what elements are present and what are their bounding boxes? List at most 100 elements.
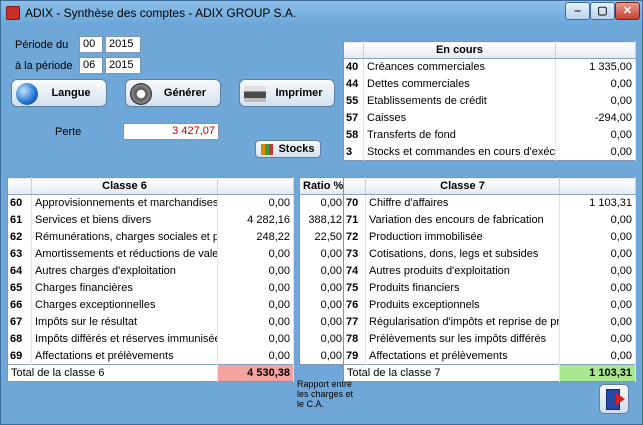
ratio-note: Rapport entre les charges et le C.A.	[297, 379, 354, 409]
ratio-row[interactable]: 0,00	[299, 347, 346, 365]
en-cours-row[interactable]: 58 Transferts de fond 0,00	[343, 126, 636, 144]
classe7-row[interactable]: 74 Autres produits d'exploitation 0,00	[343, 262, 636, 280]
period-to-month-input[interactable]: 06	[79, 57, 103, 74]
period-to-year-input[interactable]: 2015	[105, 57, 141, 74]
ratio-row[interactable]: 0,00	[299, 245, 346, 263]
period-from-label: Période du	[15, 39, 69, 51]
classe7-row[interactable]: 71 Variation des encours de fabrication 0,…	[343, 211, 636, 229]
generer-button[interactable]: Générer	[125, 79, 221, 107]
period-from-month-input[interactable]: 00	[79, 36, 103, 53]
account-value: 0,00	[559, 279, 636, 297]
classe6-row[interactable]: 64 Autres charges d'exploitation 0,00	[7, 262, 294, 280]
classe6-header: Classe 6	[31, 177, 218, 195]
account-code: 73	[343, 245, 366, 263]
classe7-total-value: 1 103,31	[559, 364, 636, 382]
account-label: Stocks et commandes en cours d'exécut	[363, 143, 556, 161]
en-cours-row[interactable]: 44 Dettes commerciales 0,00	[343, 75, 636, 93]
ratio-value: 0,00	[299, 347, 346, 365]
classe6-row[interactable]: 63 Amortissements et réductions de valeur…	[7, 245, 294, 263]
classe7-total-row[interactable]: Total de la classe 71 103,31	[343, 364, 636, 382]
classe7-row[interactable]: 78 Prélèvements sur les impôts différés 0,…	[343, 330, 636, 348]
account-label: Prélèvements sur les impôts différés	[365, 330, 560, 348]
globe-icon	[16, 83, 38, 105]
classe7-row[interactable]: 73 Cotisations, dons, legs et subsides 0,0…	[343, 245, 636, 263]
account-code: 78	[343, 330, 366, 348]
ratio-row[interactable]: 0,00	[299, 262, 346, 280]
ratio-value: 0,00	[299, 194, 346, 212]
en-cours-row[interactable]: 3 Stocks et commandes en cours d'exécut 0,…	[343, 143, 636, 161]
en-cours-row[interactable]: 40 Créances commerciales 1 335,00	[343, 58, 636, 76]
classe7-row[interactable]: 77 Régularisation d'impôts et reprise de …	[343, 313, 636, 331]
account-label: Production immobilisée	[365, 228, 560, 246]
ratio-row[interactable]: 22,50	[299, 228, 346, 246]
account-label: Autres produits d'exploitation	[365, 262, 560, 280]
account-value: 0,00	[217, 262, 294, 280]
account-label: Impôts sur le résultat	[31, 313, 218, 331]
classe6-total-row[interactable]: Total de la classe 64 530,38	[7, 364, 294, 382]
account-label: Approvisionnements et marchandises	[31, 194, 218, 212]
account-code: 75	[343, 279, 366, 297]
period-from-year-input[interactable]: 2015	[105, 36, 141, 53]
title-bar[interactable]: ADIX - Synthèse des comptes - ADIX GROUP…	[1, 1, 642, 25]
account-label: Créances commerciales	[363, 58, 556, 76]
ratio-value: 388,12	[299, 211, 346, 229]
account-label: Affectations et prélèvements	[31, 347, 218, 365]
ratio-row[interactable]: 388,12	[299, 211, 346, 229]
account-value: 0,00	[555, 75, 636, 93]
ratio-row[interactable]: 0,00	[299, 313, 346, 331]
classe7-row[interactable]: 72 Production immobilisée 0,00	[343, 228, 636, 246]
account-value: 0,00	[217, 347, 294, 365]
account-code: 57	[343, 109, 364, 127]
account-value: 248,22	[217, 228, 294, 246]
ratio-value: 0,00	[299, 262, 346, 280]
classe6-row[interactable]: 69 Affectations et prélèvements 0,00	[7, 347, 294, 365]
en-cours-row[interactable]: 55 Etablissements de crédit 0,00	[343, 92, 636, 110]
classe6-row[interactable]: 68 Impôts différés et réserves immunisées…	[7, 330, 294, 348]
account-label: Produits exceptionnels	[365, 296, 560, 314]
classe6-row[interactable]: 66 Charges exceptionnelles 0,00	[7, 296, 294, 314]
ratio-value: 0,00	[299, 245, 346, 263]
classe6-row[interactable]: 60 Approvisionnements et marchandises 0,00	[7, 194, 294, 212]
account-code: 44	[343, 75, 364, 93]
account-code: 62	[7, 228, 32, 246]
langue-button[interactable]: Langue	[11, 79, 107, 107]
account-code: 69	[7, 347, 32, 365]
classe7-row[interactable]: 70 Chiffre d'affaires 1 103,31	[343, 194, 636, 212]
ratio-row[interactable]: 0,00	[299, 330, 346, 348]
classe6-total-label: Total de la classe 6	[7, 364, 218, 382]
account-code: 3	[343, 143, 364, 161]
app-icon	[6, 6, 20, 20]
classe6-row[interactable]: 67 Impôts sur le résultat 0,00	[7, 313, 294, 331]
classe6-row[interactable]: 62 Rémunérations, charges sociales et pen…	[7, 228, 294, 246]
imprimer-button[interactable]: Imprimer	[239, 79, 335, 107]
ratio-header: Ratio %	[299, 177, 346, 195]
stocks-button-label: Stocks	[278, 143, 315, 155]
ratio-row[interactable]: 0,00	[299, 194, 346, 212]
stocks-button[interactable]: Stocks	[255, 140, 321, 158]
classe7-row[interactable]: 76 Produits exceptionnels 0,00	[343, 296, 636, 314]
window-title: ADIX - Synthèse des comptes - ADIX GROUP…	[25, 6, 297, 20]
account-code: 68	[7, 330, 32, 348]
en-cours-row[interactable]: 57 Caisses -294,00	[343, 109, 636, 127]
classe7-row[interactable]: 79 Affectations et prélèvements 0,00	[343, 347, 636, 365]
app-window: ADIX - Synthèse des comptes - ADIX GROUP…	[0, 0, 643, 425]
perte-value-field: 3 427,07	[123, 123, 219, 140]
account-label: Affectations et prélèvements	[365, 347, 560, 365]
account-value: 0,00	[559, 347, 636, 365]
classe6-row[interactable]: 61 Services et biens divers 4 282,16	[7, 211, 294, 229]
classe7-row[interactable]: 75 Produits financiers 0,00	[343, 279, 636, 297]
maximize-button[interactable]: ▢	[590, 2, 615, 20]
classe6-value-header	[217, 177, 294, 195]
minimize-button[interactable]: ‒	[565, 2, 590, 20]
close-button[interactable]: ✕	[615, 2, 640, 20]
account-code: 74	[343, 262, 366, 280]
account-value: 0,00	[555, 126, 636, 144]
classe6-row[interactable]: 65 Charges financières 0,00	[7, 279, 294, 297]
ratio-row[interactable]: 0,00	[299, 296, 346, 314]
en-cours-value-header	[555, 41, 636, 59]
account-code: 60	[7, 194, 32, 212]
account-label: Chiffre d'affaires	[365, 194, 560, 212]
account-label: Cotisations, dons, legs et subsides	[365, 245, 560, 263]
ratio-row[interactable]: 0,00	[299, 279, 346, 297]
exit-button[interactable]	[599, 384, 629, 414]
